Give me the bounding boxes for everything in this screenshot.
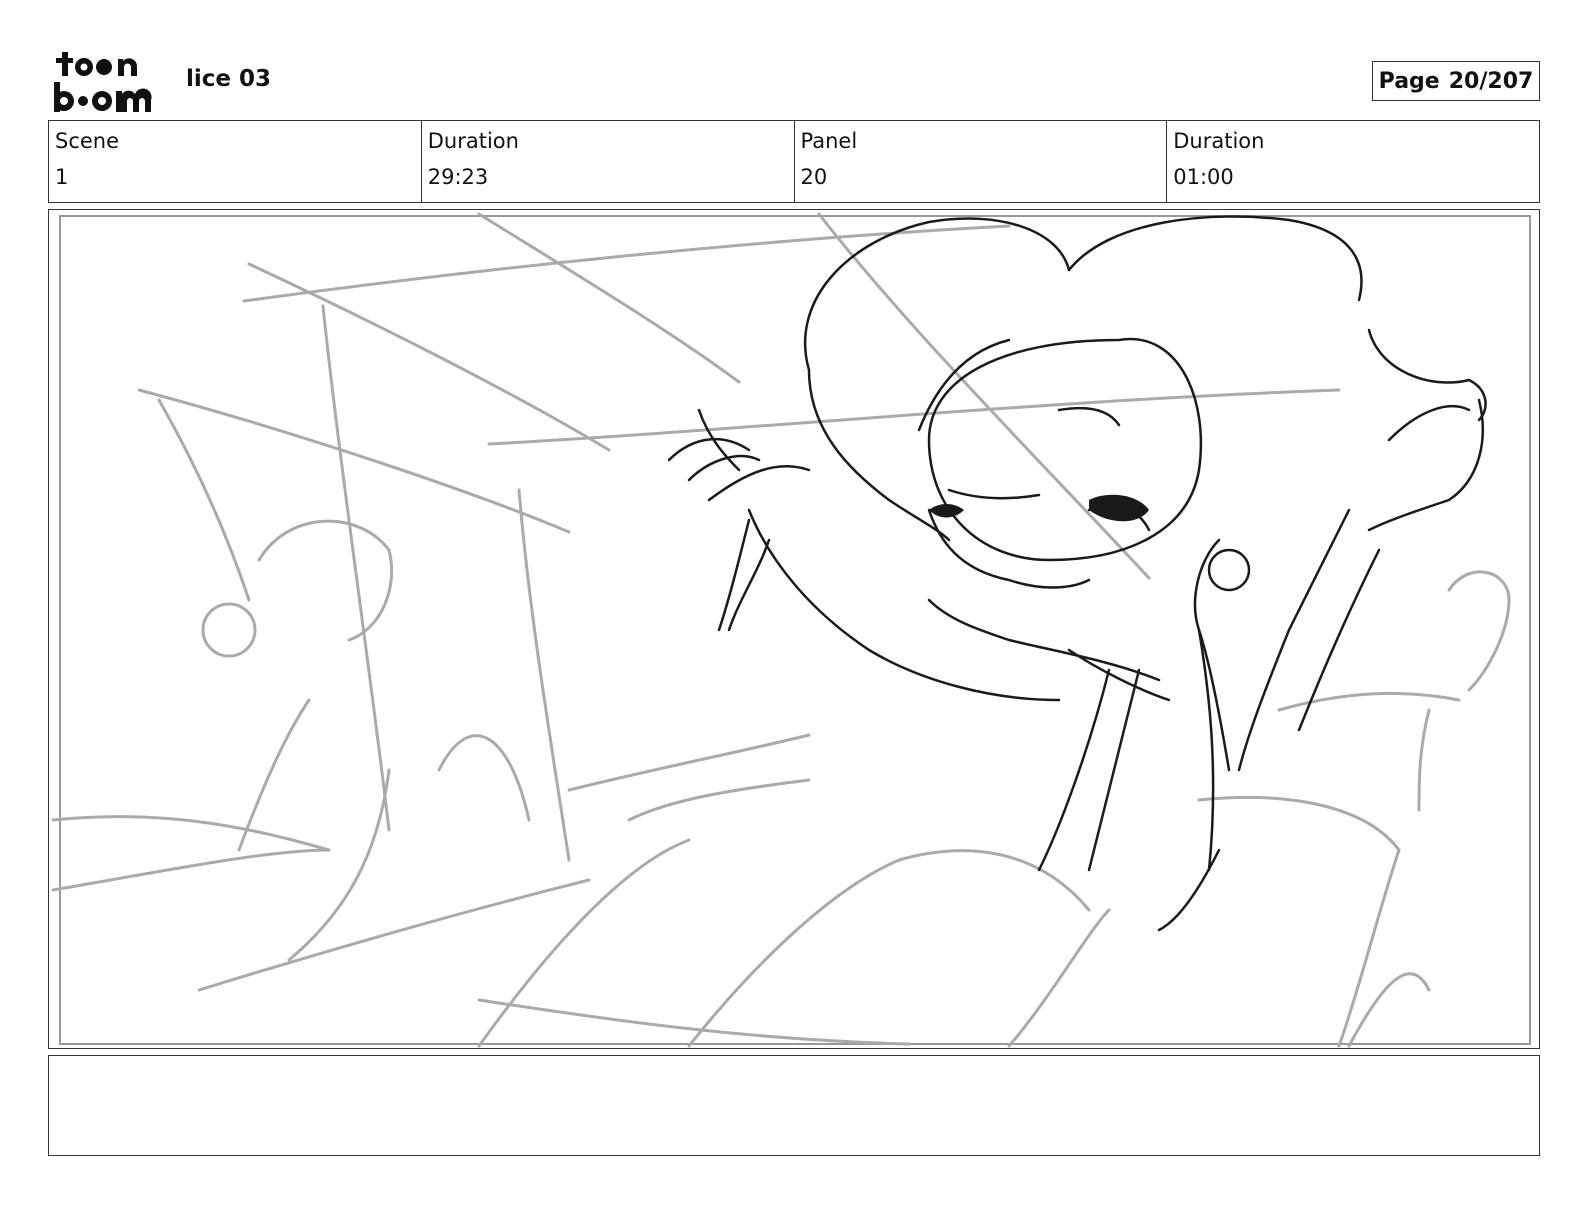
storyboard-panel	[48, 209, 1540, 1049]
page-number: 20/207	[1448, 68, 1534, 94]
scene-duration-label: Duration	[427, 129, 519, 153]
panel-duration-value: 01:00	[1173, 165, 1234, 189]
toonboom-logo	[54, 52, 152, 112]
panel-duration-cell: Duration 01:00	[1167, 121, 1539, 202]
document-title: lice 03	[186, 66, 272, 92]
panel-duration-label: Duration	[1173, 129, 1265, 153]
panel-value: 20	[800, 165, 828, 189]
storyboard-sketch-image	[51, 212, 1531, 1048]
panel-label: Panel	[800, 129, 858, 153]
scene-duration-cell: Duration 29:23	[422, 121, 795, 202]
scene-label: Scene	[55, 129, 120, 153]
panel-notes-box	[48, 1055, 1540, 1156]
page-label: Page	[1378, 68, 1440, 94]
panel-cell: Panel 20	[795, 121, 1168, 202]
scene-duration-value: 29:23	[427, 165, 489, 189]
page-indicator: Page 20/207	[1372, 61, 1540, 101]
panel-info-table: Scene 1 Duration 29:23 Panel 20 Duration…	[48, 120, 1540, 203]
scene-cell: Scene 1	[49, 121, 422, 202]
scene-value: 1	[55, 165, 69, 189]
